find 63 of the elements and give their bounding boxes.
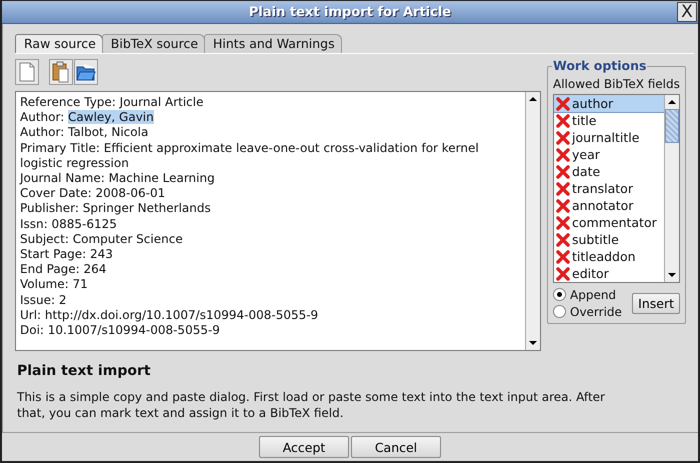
cross-icon bbox=[556, 198, 570, 212]
text-line: Publisher: Springer Netherlands bbox=[20, 201, 211, 216]
text-line: Issn: 0885-6125 bbox=[20, 216, 117, 231]
field-item[interactable]: year bbox=[554, 146, 664, 163]
scrollbar[interactable] bbox=[525, 92, 540, 350]
text-line: Volume: 71 bbox=[20, 277, 88, 292]
text-line: Cover Date: 2008-06-01 bbox=[20, 186, 166, 200]
cross-icon bbox=[556, 182, 570, 196]
scroll-thumb[interactable] bbox=[665, 109, 679, 143]
field-item[interactable]: commentator bbox=[554, 214, 664, 231]
field-item[interactable]: translator bbox=[554, 180, 664, 197]
field-item[interactable]: title bbox=[554, 112, 664, 129]
text-line: Doi: 10.1007/s10994-008-5055-9 bbox=[20, 323, 220, 338]
clipboard-button[interactable] bbox=[49, 59, 73, 85]
radio-option[interactable]: Append bbox=[553, 286, 622, 303]
help-text: This is a simple copy and paste dialog. First load or paste some text into the text input area. After that, you can mark text and assign it to a BibTeX field. bbox=[17, 389, 606, 421]
cross-icon bbox=[556, 232, 570, 246]
close-button[interactable]: X bbox=[677, 2, 697, 22]
selected-text: Cawley, Gavin bbox=[68, 110, 154, 124]
radio-label: Override bbox=[570, 304, 622, 318]
fields-label: Allowed BibTeX fields bbox=[553, 77, 680, 91]
dialog-button[interactable]: Cancel bbox=[351, 436, 441, 458]
tab[interactable]: BibTeX source bbox=[102, 34, 206, 53]
cross-icon bbox=[556, 266, 570, 280]
help-title: Plain text import bbox=[17, 363, 152, 379]
panel-title: Work options bbox=[552, 58, 648, 73]
radio-button[interactable] bbox=[553, 305, 566, 318]
text-line: Journal Name: Machine Learning bbox=[20, 171, 215, 186]
text-line: Issue: 2 bbox=[20, 292, 67, 307]
field-item[interactable]: annotator bbox=[554, 197, 664, 214]
text-line: Author: Talbot, Nicola bbox=[20, 125, 148, 140]
text-line: End Page: 264 bbox=[20, 262, 106, 276]
text-line: Primary Title: Efficient approximate leave-one-out cross-validation for kernel logistic regression bbox=[20, 140, 479, 170]
text-line: Reference Type: Journal Article bbox=[20, 95, 204, 109]
field-item[interactable]: subtitle bbox=[554, 231, 664, 248]
tab[interactable]: Hints and Warnings bbox=[204, 34, 342, 53]
field-item[interactable]: author bbox=[554, 95, 664, 112]
text-line: Author: bbox=[20, 110, 66, 124]
cross-icon bbox=[556, 130, 570, 144]
cross-icon bbox=[556, 96, 570, 110]
field-item[interactable]: titleaddon bbox=[554, 248, 664, 265]
folder-button[interactable] bbox=[74, 59, 98, 85]
cross-icon bbox=[556, 164, 570, 178]
field-item[interactable]: editor bbox=[554, 265, 664, 282]
radio-button[interactable] bbox=[553, 288, 566, 301]
radio-option[interactable]: Override bbox=[553, 303, 622, 320]
text-line: Start Page: 243 bbox=[20, 247, 113, 262]
cross-icon bbox=[556, 250, 570, 264]
cross-icon bbox=[556, 216, 570, 230]
document-button[interactable] bbox=[15, 59, 39, 85]
field-item[interactable]: date bbox=[554, 163, 664, 180]
text-input-area[interactable] bbox=[15, 91, 541, 351]
window-title: Plain text import for Article bbox=[248, 4, 452, 20]
text-line: Subject: Computer Science bbox=[20, 232, 183, 246]
tab[interactable]: Raw source bbox=[15, 34, 103, 53]
field-item[interactable]: journaltitle bbox=[554, 129, 664, 146]
cross-icon bbox=[556, 148, 570, 162]
cross-icon bbox=[556, 114, 570, 128]
scrollbar[interactable] bbox=[664, 95, 679, 282]
radio-label: Append bbox=[570, 288, 616, 302]
dialog-button[interactable]: Accept bbox=[259, 436, 349, 458]
insert-button[interactable]: Insert bbox=[632, 292, 680, 314]
text-line: Url: http://dx.doi.org/10.1007/s10994-008-5055-9 bbox=[20, 308, 318, 322]
